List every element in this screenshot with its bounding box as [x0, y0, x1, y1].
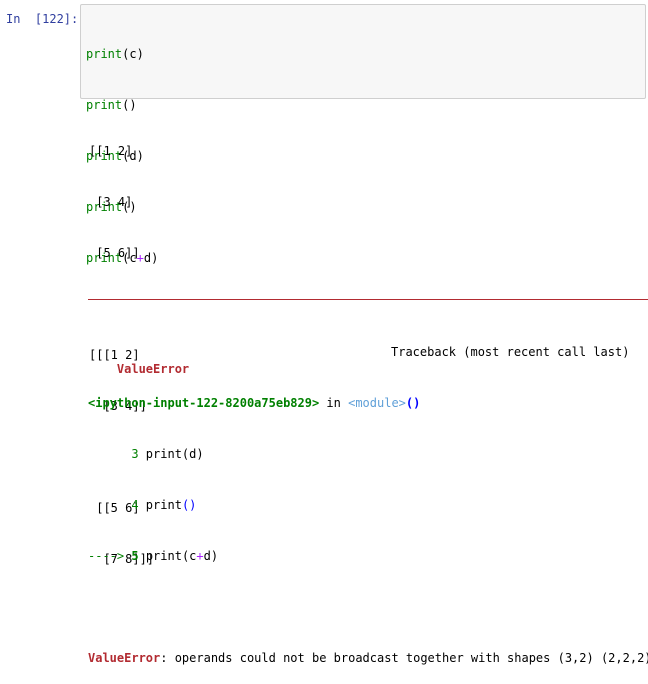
traceback: ValueError Traceback (most recent call l… — [88, 310, 648, 684]
line-number: 4 — [88, 498, 139, 512]
code-cell-editor[interactable]: print(c) print() print(d) print() print(… — [80, 4, 646, 265]
code-func: print — [86, 47, 123, 61]
input-prompt: In [122]: — [6, 12, 79, 26]
output-line: [[1 2] — [89, 144, 133, 158]
error-type: ValueError — [88, 651, 161, 665]
traceback-header: ValueError Traceback (most recent call l… — [88, 344, 648, 376]
error-message: ValueError: operands could not be broadc… — [88, 650, 648, 667]
error-type: ValueError — [116, 362, 190, 376]
traceback-current-line: ----> 5 print(c+d) — [88, 549, 219, 563]
line-number: 5 — [131, 549, 139, 563]
traceback-frame: <ipython-input-122-8200a75eb829> in <mod… — [88, 396, 421, 410]
traceback-context-line: 4 print() — [88, 498, 197, 512]
line-number: 3 — [88, 447, 139, 461]
traceback-title: Traceback (most recent call last) — [391, 345, 630, 359]
code-line: print(c) — [86, 47, 144, 61]
traceback-module: <module> — [348, 396, 406, 410]
error-text: : operands could not be broadcast togeth… — [160, 651, 648, 665]
traceback-file: <ipython-input-122-8200a75eb829> — [88, 396, 320, 410]
output-line: [3 4] — [89, 195, 133, 209]
traceback-context-line: 3 print(d) — [88, 447, 204, 461]
arrow-icon: ----> — [88, 549, 132, 563]
error-divider — [88, 299, 648, 300]
output-line: [5 6]] — [89, 246, 140, 260]
